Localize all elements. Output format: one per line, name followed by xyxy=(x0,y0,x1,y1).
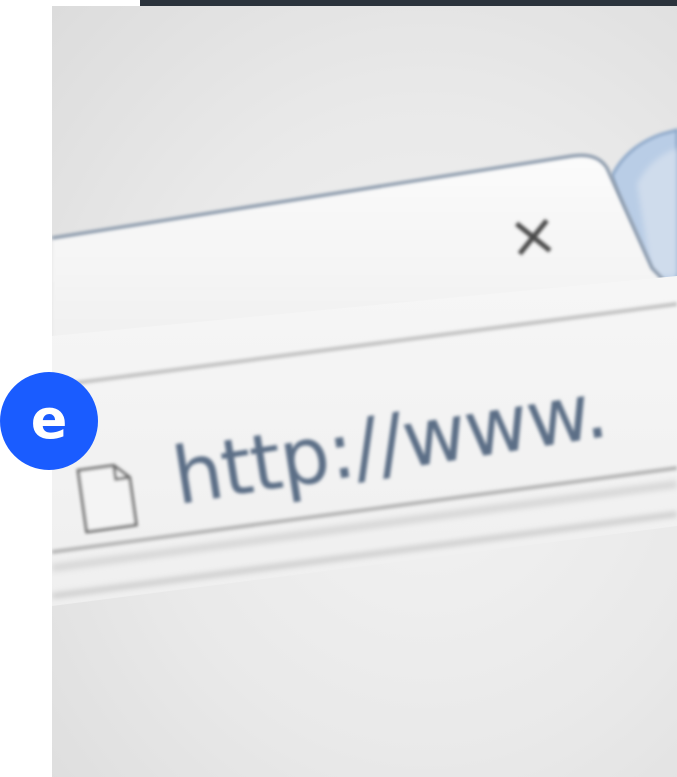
brand-logo-badge[interactable]: e xyxy=(0,372,98,470)
browser-closeup-photo: × http://www. xyxy=(52,6,677,777)
brand-logo-letter: e xyxy=(31,388,68,451)
address-bar-url-text: http://www. xyxy=(167,366,613,523)
address-bar[interactable]: http://www. xyxy=(52,6,677,777)
